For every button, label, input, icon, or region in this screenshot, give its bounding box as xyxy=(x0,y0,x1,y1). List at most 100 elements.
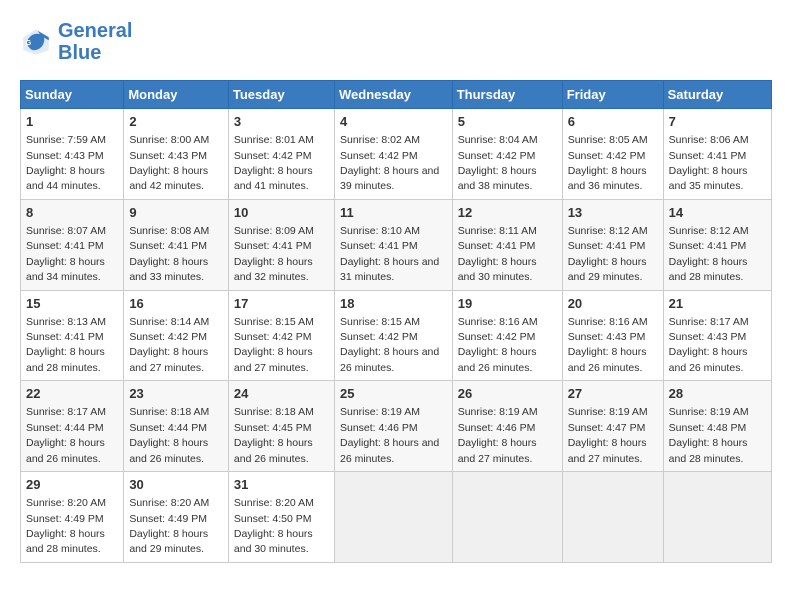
calendar-cell: 15 Sunrise: 8:13 AMSunset: 4:41 PMDaylig… xyxy=(21,290,124,381)
svg-text:G: G xyxy=(26,38,32,47)
day-number: 26 xyxy=(458,385,557,403)
calendar-cell: 19 Sunrise: 8:16 AMSunset: 4:42 PMDaylig… xyxy=(452,290,562,381)
day-number: 15 xyxy=(26,295,118,313)
calendar-table: SundayMondayTuesdayWednesdayThursdayFrid… xyxy=(20,80,772,563)
column-header-sunday: Sunday xyxy=(21,81,124,109)
column-header-wednesday: Wednesday xyxy=(334,81,452,109)
day-info: Sunrise: 8:00 AMSunset: 4:43 PMDaylight:… xyxy=(129,134,209,192)
day-info: Sunrise: 8:13 AMSunset: 4:41 PMDaylight:… xyxy=(26,316,106,374)
day-info: Sunrise: 8:15 AMSunset: 4:42 PMDaylight:… xyxy=(234,316,314,374)
day-info: Sunrise: 8:06 AMSunset: 4:41 PMDaylight:… xyxy=(669,134,749,192)
calendar-week-4: 22 Sunrise: 8:17 AMSunset: 4:44 PMDaylig… xyxy=(21,381,772,472)
calendar-cell: 11 Sunrise: 8:10 AMSunset: 4:41 PMDaylig… xyxy=(334,199,452,290)
calendar-cell: 22 Sunrise: 8:17 AMSunset: 4:44 PMDaylig… xyxy=(21,381,124,472)
day-number: 31 xyxy=(234,476,329,494)
day-number: 18 xyxy=(340,295,447,313)
calendar-cell: 3 Sunrise: 8:01 AMSunset: 4:42 PMDayligh… xyxy=(228,109,334,200)
calendar-cell: 4 Sunrise: 8:02 AMSunset: 4:42 PMDayligh… xyxy=(334,109,452,200)
day-info: Sunrise: 8:12 AMSunset: 4:41 PMDaylight:… xyxy=(568,225,648,283)
column-header-saturday: Saturday xyxy=(663,81,771,109)
calendar-cell: 23 Sunrise: 8:18 AMSunset: 4:44 PMDaylig… xyxy=(124,381,229,472)
day-number: 27 xyxy=(568,385,658,403)
calendar-cell xyxy=(562,472,663,563)
day-info: Sunrise: 8:18 AMSunset: 4:44 PMDaylight:… xyxy=(129,406,209,464)
day-number: 21 xyxy=(669,295,766,313)
day-number: 8 xyxy=(26,204,118,222)
calendar-cell: 31 Sunrise: 8:20 AMSunset: 4:50 PMDaylig… xyxy=(228,472,334,563)
day-number: 12 xyxy=(458,204,557,222)
day-info: Sunrise: 8:01 AMSunset: 4:42 PMDaylight:… xyxy=(234,134,314,192)
day-number: 14 xyxy=(669,204,766,222)
day-info: Sunrise: 8:16 AMSunset: 4:42 PMDaylight:… xyxy=(458,316,538,374)
logo-text: General Blue xyxy=(58,20,132,64)
calendar-cell: 28 Sunrise: 8:19 AMSunset: 4:48 PMDaylig… xyxy=(663,381,771,472)
calendar-cell: 21 Sunrise: 8:17 AMSunset: 4:43 PMDaylig… xyxy=(663,290,771,381)
day-number: 11 xyxy=(340,204,447,222)
calendar-cell: 6 Sunrise: 8:05 AMSunset: 4:42 PMDayligh… xyxy=(562,109,663,200)
day-number: 4 xyxy=(340,113,447,131)
calendar-cell: 29 Sunrise: 8:20 AMSunset: 4:49 PMDaylig… xyxy=(21,472,124,563)
day-number: 1 xyxy=(26,113,118,131)
day-number: 6 xyxy=(568,113,658,131)
calendar-cell: 8 Sunrise: 8:07 AMSunset: 4:41 PMDayligh… xyxy=(21,199,124,290)
calendar-week-2: 8 Sunrise: 8:07 AMSunset: 4:41 PMDayligh… xyxy=(21,199,772,290)
calendar-cell xyxy=(663,472,771,563)
column-header-tuesday: Tuesday xyxy=(228,81,334,109)
column-header-thursday: Thursday xyxy=(452,81,562,109)
day-number: 20 xyxy=(568,295,658,313)
day-info: Sunrise: 8:17 AMSunset: 4:44 PMDaylight:… xyxy=(26,406,106,464)
calendar-week-1: 1 Sunrise: 7:59 AMSunset: 4:43 PMDayligh… xyxy=(21,109,772,200)
day-info: Sunrise: 8:20 AMSunset: 4:49 PMDaylight:… xyxy=(129,497,209,555)
day-info: Sunrise: 8:12 AMSunset: 4:41 PMDaylight:… xyxy=(669,225,749,283)
day-number: 3 xyxy=(234,113,329,131)
day-info: Sunrise: 8:05 AMSunset: 4:42 PMDaylight:… xyxy=(568,134,648,192)
calendar-cell: 18 Sunrise: 8:15 AMSunset: 4:42 PMDaylig… xyxy=(334,290,452,381)
day-info: Sunrise: 8:10 AMSunset: 4:41 PMDaylight:… xyxy=(340,225,439,283)
day-number: 16 xyxy=(129,295,223,313)
calendar-cell: 5 Sunrise: 8:04 AMSunset: 4:42 PMDayligh… xyxy=(452,109,562,200)
calendar-cell: 10 Sunrise: 8:09 AMSunset: 4:41 PMDaylig… xyxy=(228,199,334,290)
calendar-cell: 16 Sunrise: 8:14 AMSunset: 4:42 PMDaylig… xyxy=(124,290,229,381)
calendar-cell: 25 Sunrise: 8:19 AMSunset: 4:46 PMDaylig… xyxy=(334,381,452,472)
day-info: Sunrise: 8:20 AMSunset: 4:49 PMDaylight:… xyxy=(26,497,106,555)
calendar-cell: 24 Sunrise: 8:18 AMSunset: 4:45 PMDaylig… xyxy=(228,381,334,472)
calendar-cell: 30 Sunrise: 8:20 AMSunset: 4:49 PMDaylig… xyxy=(124,472,229,563)
calendar-cell: 20 Sunrise: 8:16 AMSunset: 4:43 PMDaylig… xyxy=(562,290,663,381)
day-number: 22 xyxy=(26,385,118,403)
day-number: 29 xyxy=(26,476,118,494)
day-info: Sunrise: 8:07 AMSunset: 4:41 PMDaylight:… xyxy=(26,225,106,283)
calendar-week-5: 29 Sunrise: 8:20 AMSunset: 4:49 PMDaylig… xyxy=(21,472,772,563)
day-number: 19 xyxy=(458,295,557,313)
day-number: 5 xyxy=(458,113,557,131)
day-info: Sunrise: 8:19 AMSunset: 4:46 PMDaylight:… xyxy=(340,406,439,464)
day-info: Sunrise: 8:11 AMSunset: 4:41 PMDaylight:… xyxy=(458,225,537,283)
day-number: 28 xyxy=(669,385,766,403)
calendar-cell: 12 Sunrise: 8:11 AMSunset: 4:41 PMDaylig… xyxy=(452,199,562,290)
calendar-cell: 2 Sunrise: 8:00 AMSunset: 4:43 PMDayligh… xyxy=(124,109,229,200)
day-info: Sunrise: 8:19 AMSunset: 4:48 PMDaylight:… xyxy=(669,406,749,464)
day-number: 24 xyxy=(234,385,329,403)
calendar-cell: 1 Sunrise: 7:59 AMSunset: 4:43 PMDayligh… xyxy=(21,109,124,200)
day-info: Sunrise: 8:18 AMSunset: 4:45 PMDaylight:… xyxy=(234,406,314,464)
day-number: 2 xyxy=(129,113,223,131)
day-number: 13 xyxy=(568,204,658,222)
day-number: 10 xyxy=(234,204,329,222)
column-header-monday: Monday xyxy=(124,81,229,109)
calendar-cell: 13 Sunrise: 8:12 AMSunset: 4:41 PMDaylig… xyxy=(562,199,663,290)
calendar-cell: 9 Sunrise: 8:08 AMSunset: 4:41 PMDayligh… xyxy=(124,199,229,290)
calendar-header-row: SundayMondayTuesdayWednesdayThursdayFrid… xyxy=(21,81,772,109)
calendar-week-3: 15 Sunrise: 8:13 AMSunset: 4:41 PMDaylig… xyxy=(21,290,772,381)
column-header-friday: Friday xyxy=(562,81,663,109)
day-number: 25 xyxy=(340,385,447,403)
day-info: Sunrise: 8:08 AMSunset: 4:41 PMDaylight:… xyxy=(129,225,209,283)
calendar-cell: 17 Sunrise: 8:15 AMSunset: 4:42 PMDaylig… xyxy=(228,290,334,381)
calendar-cell: 27 Sunrise: 8:19 AMSunset: 4:47 PMDaylig… xyxy=(562,381,663,472)
day-info: Sunrise: 8:04 AMSunset: 4:42 PMDaylight:… xyxy=(458,134,538,192)
day-info: Sunrise: 8:02 AMSunset: 4:42 PMDaylight:… xyxy=(340,134,439,192)
day-info: Sunrise: 8:20 AMSunset: 4:50 PMDaylight:… xyxy=(234,497,314,555)
calendar-cell xyxy=(334,472,452,563)
day-number: 7 xyxy=(669,113,766,131)
calendar-cell xyxy=(452,472,562,563)
day-info: Sunrise: 7:59 AMSunset: 4:43 PMDaylight:… xyxy=(26,134,106,192)
calendar-cell: 14 Sunrise: 8:12 AMSunset: 4:41 PMDaylig… xyxy=(663,199,771,290)
